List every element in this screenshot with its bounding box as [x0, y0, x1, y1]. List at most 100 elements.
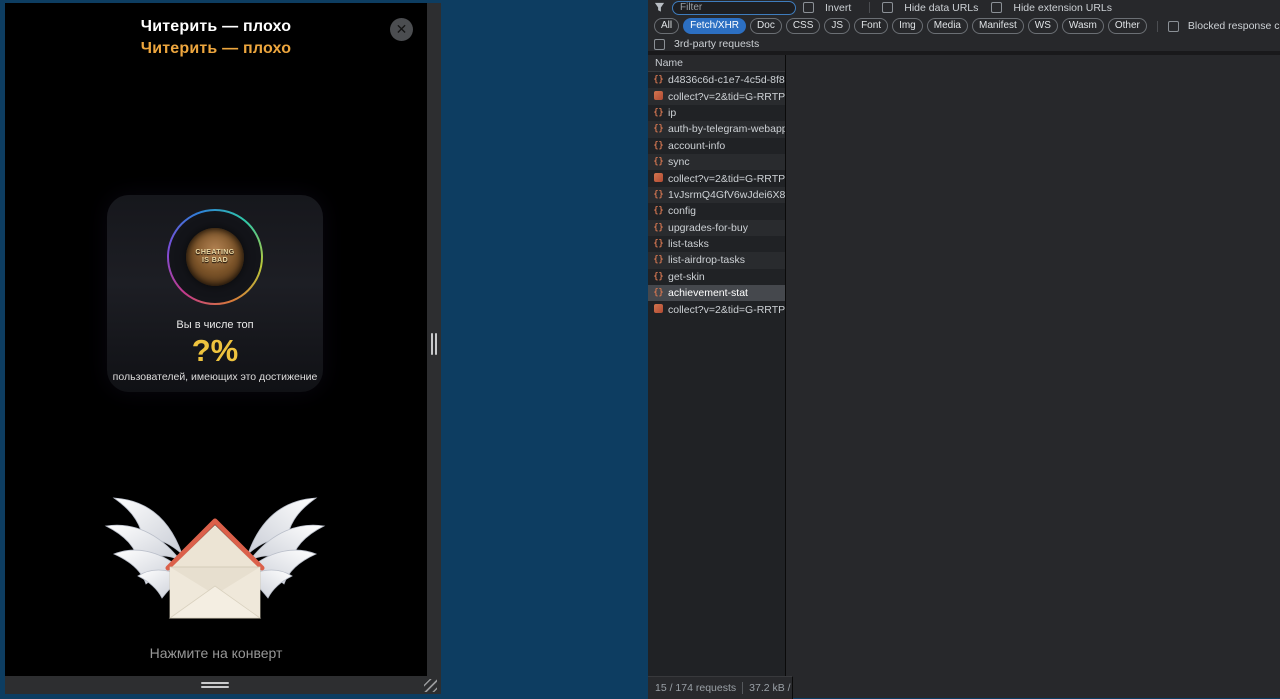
close-button[interactable]: ✕ [390, 18, 413, 41]
invert-checkbox[interactable] [803, 2, 814, 13]
filter-chip-css[interactable]: CSS [785, 18, 821, 34]
fetch-request-icon: {} [653, 75, 664, 86]
filter-chip-manifest[interactable]: Manifest [972, 18, 1024, 34]
filter-chip-media[interactable]: Media [926, 18, 968, 34]
request-name: 1vJsrmQ4GfV6wJdei6X8B… [668, 188, 785, 201]
filter-chip-font[interactable]: Font [854, 18, 889, 34]
winged-envelope-graphic[interactable] [100, 492, 330, 642]
request-row-4[interactable]: {} auth-by-telegram-webapp [648, 121, 785, 138]
app-title-secondary: Читерить — плохо [140, 40, 292, 57]
filter-funnel-icon [654, 2, 665, 12]
third-party-label: 3rd-party requests [674, 38, 760, 50]
request-row-12[interactable]: {} list-airdrop-tasks [648, 252, 785, 269]
request-name: account-info [668, 139, 726, 152]
badge-text-line1: CHEATING [195, 249, 235, 256]
hide-extension-urls-checkbox[interactable] [991, 2, 1003, 13]
horizontal-drag-handle[interactable] [201, 682, 229, 684]
fetch-request-icon: {} [653, 288, 664, 299]
filter-input[interactable] [672, 0, 796, 15]
request-name: ip [668, 106, 677, 119]
tap-hint-text: Нажмите на конверт [149, 645, 283, 661]
fetch-request-icon: {} [653, 140, 664, 151]
stat-percent-value: ?% [191, 333, 239, 368]
request-row-1[interactable]: {} d4836c6d-c1e7-4c5d-8f8… [648, 72, 785, 88]
horizontal-drag-handle[interactable] [201, 686, 229, 688]
filter-chip-fetch-xhr[interactable]: Fetch/XHR [683, 18, 747, 34]
request-name: collect?v=2&tid=G-RRTP… [668, 90, 785, 103]
vertical-drag-handle[interactable] [435, 333, 437, 355]
request-row-14[interactable]: {} achievement-stat [648, 285, 785, 302]
image-request-icon [653, 303, 664, 316]
fetch-request-icon: {} [653, 255, 664, 266]
network-toolbar: Invert Hide data URLs Hide extension URL… [648, 0, 1280, 51]
fetch-request-icon: {} [653, 271, 664, 282]
close-icon: ✕ [395, 21, 408, 37]
request-name: achievement-stat [668, 287, 748, 300]
hide-data-urls-label: Hide data URLs [904, 1, 979, 14]
badge-text-line2: IS BAD [201, 257, 229, 264]
image-request-icon [653, 172, 664, 185]
achievement-card: CHEATING IS BAD Вы в числе топ ?% пользо… [107, 195, 323, 392]
app-title-primary: Читерить — плохо [140, 18, 292, 35]
filter-chip-doc[interactable]: Doc [750, 18, 782, 34]
vertical-drag-handle[interactable] [431, 333, 433, 355]
blocked-cookies-label: Blocked response cookies [1187, 20, 1280, 32]
filter-chip-wasm[interactable]: Wasm [1061, 18, 1104, 34]
request-name: config [668, 205, 697, 218]
achievement-badge-ring: CHEATING IS BAD [167, 209, 263, 305]
request-row-7[interactable]: collect?v=2&tid=G-RRTP… [648, 170, 785, 186]
window-bottom-chrome [5, 676, 441, 694]
invert-label: Invert [825, 1, 852, 14]
filter-chip-other[interactable]: Other [1107, 18, 1147, 34]
request-name: d4836c6d-c1e7-4c5d-8f8… [668, 74, 785, 87]
request-row-5[interactable]: {} account-info [648, 138, 785, 154]
fetch-request-icon: {} [653, 239, 664, 250]
filter-chip-ws[interactable]: WS [1027, 18, 1058, 34]
fetch-request-icon: {} [653, 107, 664, 118]
fetch-request-icon: {} [653, 189, 664, 200]
request-count: 15 / 174 requests [655, 682, 737, 694]
request-name: collect?v=2&tid=G-RRTP… [668, 172, 785, 185]
stat-caption-text: пользователей, имеющих это достижение [112, 371, 318, 383]
hide-extension-urls-label: Hide extension URLs [1013, 1, 1113, 14]
third-party-checkbox[interactable] [654, 38, 665, 50]
request-name: list-tasks [668, 238, 709, 251]
fetch-request-icon: {} [653, 206, 664, 217]
stat-intro-text: Вы в числе топ [176, 319, 254, 331]
fetch-request-icon: {} [653, 222, 664, 233]
request-row-8[interactable]: {} 1vJsrmQ4GfV6wJdei6X8B… [648, 186, 785, 204]
request-row-15[interactable]: collect?v=2&tid=G-RRTP… [648, 301, 785, 317]
request-row-2[interactable]: collect?v=2&tid=G-RRTP… [648, 88, 785, 105]
request-row-13[interactable]: {} get-skin [648, 269, 785, 285]
filter-chip-all[interactable]: All [654, 18, 680, 34]
request-name: collect?v=2&tid=G-RRTP… [668, 303, 785, 316]
fetch-request-icon: {} [653, 124, 664, 135]
hide-data-urls-checkbox[interactable] [882, 2, 894, 13]
request-name: get-skin [668, 270, 705, 283]
achievement-badge-medal: CHEATING IS BAD [186, 228, 244, 286]
name-column-header[interactable]: Name [648, 55, 785, 72]
request-name: list-airdrop-tasks [668, 254, 746, 267]
filter-chip-js[interactable]: JS [824, 18, 851, 34]
image-request-icon [653, 90, 664, 103]
devtools-network-panel: Invert Hide data URLs Hide extension URL… [648, 0, 1280, 699]
request-row-3[interactable]: {} ip [648, 105, 785, 121]
fetch-request-icon: {} [653, 157, 664, 168]
request-row-10[interactable]: {} upgrades-for-buy [648, 219, 785, 236]
request-name: auth-by-telegram-webapp [668, 123, 785, 136]
envelope-icon [165, 518, 265, 619]
filter-chip-img[interactable]: Img [892, 18, 923, 34]
blocked-cookies-checkbox[interactable] [1167, 20, 1179, 32]
resize-grip-icon[interactable] [424, 679, 437, 692]
network-summary-bar: 15 / 174 requests 37.2 kB / [648, 676, 793, 699]
request-list-panel: Name {} d4836c6d-c1e7-4c5d-8f8… collect?v=… [648, 55, 786, 676]
transferred-size: 37.2 kB / [749, 682, 791, 694]
mini-app-screen: Читерить — плохо Читерить — плохо ✕ CHEA… [5, 3, 427, 676]
request-type-chips: All Fetch/XHR Doc CSS JS Font Img Media Manifest… [654, 18, 1147, 34]
window-side-chrome [427, 3, 441, 694]
request-name: upgrades-for-buy [668, 221, 748, 234]
request-row-9[interactable]: {} config [648, 203, 785, 219]
request-row-11[interactable]: {} list-tasks [648, 236, 785, 252]
request-name: sync [668, 156, 690, 169]
request-row-6[interactable]: {} sync [648, 153, 785, 171]
